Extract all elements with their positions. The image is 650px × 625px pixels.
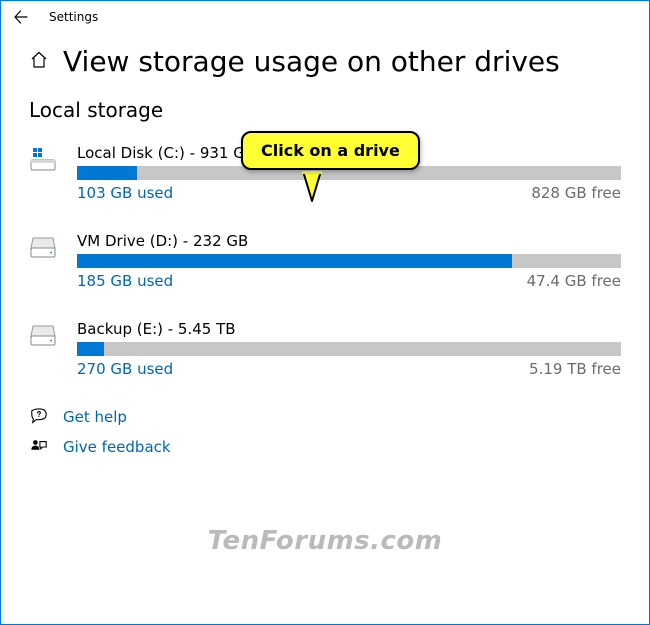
content-area: View storage usage on other drives Local… bbox=[1, 33, 649, 476]
drive-row[interactable]: VM Drive (D:) - 232 GB 185 GB used 47.4 … bbox=[29, 232, 621, 290]
give-feedback-label: Give feedback bbox=[63, 438, 171, 456]
drive-meta: 103 GB used 828 GB free bbox=[77, 184, 621, 202]
page-title: View storage usage on other drives bbox=[63, 45, 560, 78]
drive-title: VM Drive (D:) - 232 GB bbox=[77, 232, 621, 250]
section-title: Local storage bbox=[29, 98, 621, 122]
drive-icon bbox=[29, 234, 57, 264]
drive-body: Backup (E:) - 5.45 TB 270 GB used 5.19 T… bbox=[77, 320, 621, 378]
drive-used-label: 185 GB used bbox=[77, 272, 173, 290]
drive-free-label: 5.19 TB free bbox=[529, 360, 621, 378]
back-icon[interactable] bbox=[13, 9, 29, 25]
drive-meta: 185 GB used 47.4 GB free bbox=[77, 272, 621, 290]
app-title: Settings bbox=[49, 10, 98, 24]
feedback-icon bbox=[29, 438, 49, 456]
page-header: View storage usage on other drives bbox=[29, 45, 621, 78]
drive-icon bbox=[29, 146, 57, 178]
drive-body: VM Drive (D:) - 232 GB 185 GB used 47.4 … bbox=[77, 232, 621, 290]
give-feedback-link[interactable]: Give feedback bbox=[29, 438, 621, 456]
usage-bar bbox=[77, 342, 621, 356]
drive-used-label: 103 GB used bbox=[77, 184, 173, 202]
drive-used-label: 270 GB used bbox=[77, 360, 173, 378]
drive-meta: 270 GB used 5.19 TB free bbox=[77, 360, 621, 378]
drive-free-label: 828 GB free bbox=[531, 184, 621, 202]
usage-bar-fill bbox=[77, 342, 104, 356]
drive-title: Backup (E:) - 5.45 TB bbox=[77, 320, 621, 338]
get-help-link[interactable]: Get help bbox=[29, 408, 621, 426]
drive-free-label: 47.4 GB free bbox=[527, 272, 621, 290]
usage-bar-fill bbox=[77, 254, 512, 268]
watermark-text: TenForums.com bbox=[208, 526, 443, 556]
get-help-label: Get help bbox=[63, 408, 127, 426]
titlebar: Settings bbox=[1, 1, 649, 33]
usage-bar bbox=[77, 254, 621, 268]
usage-bar-fill bbox=[77, 166, 137, 180]
home-icon[interactable] bbox=[29, 50, 49, 74]
annotation-callout: Click on a drive bbox=[241, 131, 420, 170]
help-icon bbox=[29, 408, 49, 426]
callout-text: Click on a drive bbox=[261, 141, 400, 160]
drive-row[interactable]: Backup (E:) - 5.45 TB 270 GB used 5.19 T… bbox=[29, 320, 621, 378]
help-links: Get help Give feedback bbox=[29, 408, 621, 456]
drive-icon bbox=[29, 322, 57, 352]
